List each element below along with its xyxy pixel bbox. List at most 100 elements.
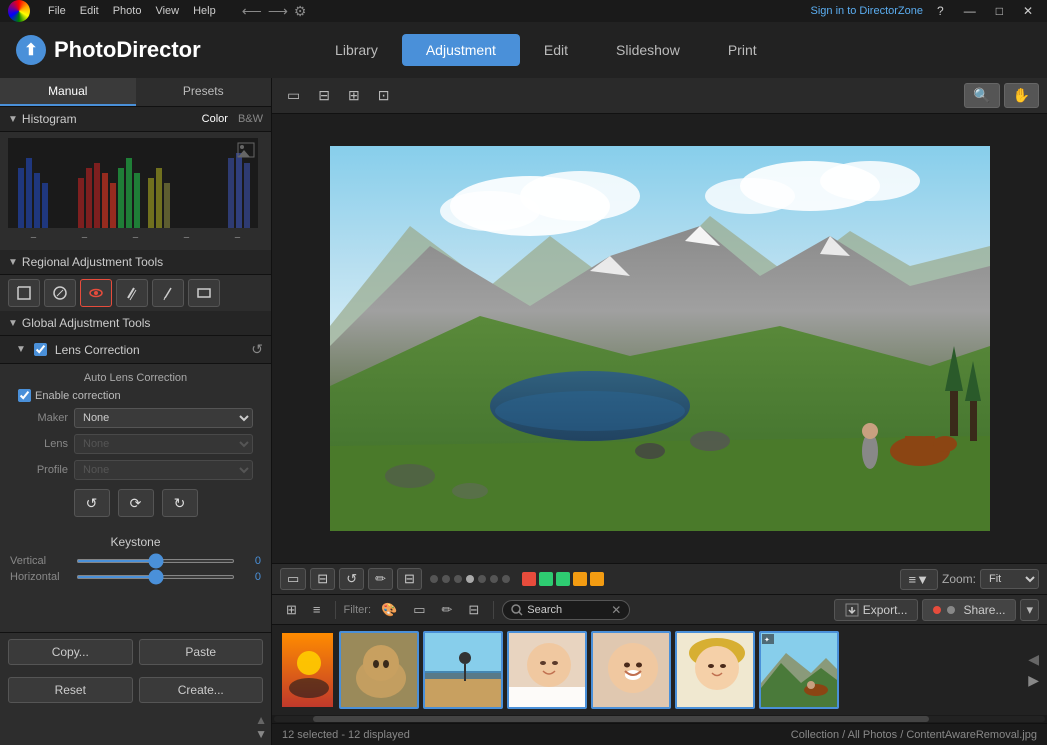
tab-slideshow[interactable]: Slideshow [592, 34, 704, 66]
zoom-fit-btn[interactable]: 🔍 [964, 83, 999, 108]
rect-tool-btn[interactable] [188, 279, 220, 307]
dot-1[interactable] [430, 575, 438, 583]
menu-file[interactable]: File [42, 3, 72, 19]
share-dropdown-btn[interactable]: ▾ [1020, 599, 1039, 621]
sign-in-link[interactable]: Sign in to DirectorZone [811, 5, 924, 17]
horizontal-slider[interactable] [76, 575, 235, 579]
export-btn[interactable]: Export... [834, 599, 919, 621]
gradient-tool-btn[interactable] [44, 279, 76, 307]
color-orange-2[interactable] [590, 572, 604, 586]
lens-reset-icon[interactable]: ↺ [251, 341, 263, 358]
redo-btn[interactable]: ⟶ [268, 3, 288, 20]
histogram-color-btn[interactable]: Color [202, 113, 228, 125]
eye-tool-btn[interactable] [80, 279, 112, 307]
tab-manual[interactable]: Manual [0, 78, 136, 106]
lens-correction-header[interactable]: ▼ Lens Correction ↺ [0, 336, 271, 364]
pan-btn[interactable]: ✋ [1004, 83, 1039, 108]
filter-flag-btn[interactable]: ▭ [407, 599, 431, 621]
vertical-slider[interactable] [76, 559, 235, 563]
close-btn[interactable]: ✕ [1017, 4, 1039, 18]
lens-select[interactable]: None [74, 434, 253, 454]
scroll-down-arrow[interactable]: ▼ [255, 727, 267, 741]
lens-correction-checkbox[interactable] [34, 343, 47, 356]
edit-mode-btn[interactable]: ✏ [368, 568, 393, 590]
menu-view[interactable]: View [149, 3, 185, 19]
color-red[interactable] [522, 572, 536, 586]
filmstrip-thumb-woman-blonde[interactable] [675, 631, 755, 709]
tab-print[interactable]: Print [704, 34, 781, 66]
view-mode-2-btn[interactable]: ⊟ [310, 568, 335, 590]
filmstrip-scroll-right[interactable]: ▶ [1028, 672, 1039, 689]
sort-btn[interactable]: ≡▼ [900, 569, 938, 590]
global-tools-header[interactable]: ▼ Global Adjustment Tools [0, 311, 271, 336]
filmstrip-thumb-mountain[interactable]: ✦ [759, 631, 839, 709]
menu-edit[interactable]: Edit [74, 3, 105, 19]
hist-minus-3[interactable]: − [132, 232, 138, 244]
filmstrip-thumb-sunset[interactable] [280, 631, 335, 709]
comparison-view-btn[interactable]: ⊟ [311, 83, 337, 108]
regional-tools-header[interactable]: ▼ Regional Adjustment Tools [0, 250, 271, 275]
dot-2[interactable] [442, 575, 450, 583]
rotate-btn[interactable]: ↺ [339, 568, 364, 590]
filmstrip-thumb-woman-laugh[interactable] [591, 631, 671, 709]
tab-adjustment[interactable]: Adjustment [402, 34, 520, 66]
reset-btn[interactable]: Reset [8, 677, 133, 703]
view-mode-1-btn[interactable]: ▭ [280, 568, 306, 590]
color-orange-1[interactable] [573, 572, 587, 586]
hist-minus-4[interactable]: − [183, 232, 189, 244]
undo-btn[interactable]: ⟵ [242, 3, 262, 20]
hist-minus-2[interactable]: − [81, 232, 87, 244]
lens-action-1[interactable]: ↺ [74, 489, 110, 517]
filmstrip-thumb-beach[interactable] [423, 631, 503, 709]
grid-view-btn[interactable]: ⊞ [341, 83, 367, 108]
lens-action-3[interactable]: ↻ [162, 489, 198, 517]
filmstrip-thumb-woman-smile[interactable] [507, 631, 587, 709]
tab-library[interactable]: Library [311, 34, 402, 66]
help-btn[interactable]: ? [931, 4, 950, 18]
paste-btn[interactable]: Paste [139, 639, 264, 665]
create-btn[interactable]: Create... [139, 677, 264, 703]
color-green-2[interactable] [556, 572, 570, 586]
histogram-header[interactable]: ▼ Histogram Color B&W [0, 107, 271, 132]
filmstrip-thumb-cat[interactable] [339, 631, 419, 709]
scroll-up-arrow[interactable]: ▲ [255, 713, 267, 727]
search-clear-btn[interactable]: ✕ [611, 603, 621, 617]
share-btn[interactable]: Share... [922, 599, 1016, 621]
search-input[interactable] [527, 604, 607, 616]
minimize-btn[interactable]: — [958, 4, 982, 18]
settings-btn[interactable]: ⚙ [294, 3, 307, 20]
fullscreen-btn[interactable]: ⊡ [371, 83, 397, 108]
color-green-1[interactable] [539, 572, 553, 586]
dot-6[interactable] [490, 575, 498, 583]
single-view-btn[interactable]: ▭ [280, 83, 307, 108]
pen-tool-btn[interactable] [152, 279, 184, 307]
filmstrip-scrollbar[interactable] [272, 715, 1047, 723]
filmstrip-list-btn[interactable]: ≡ [307, 599, 327, 620]
maker-select[interactable]: None [74, 408, 253, 428]
flag-btn[interactable]: ⊟ [397, 568, 422, 590]
menu-help[interactable]: Help [187, 3, 222, 19]
histogram-bw-btn[interactable]: B&W [238, 113, 263, 125]
hist-minus-1[interactable]: − [30, 232, 36, 244]
scrollbar-thumb[interactable] [313, 716, 930, 722]
zoom-select[interactable]: Fit 25% 50% 75% 100% 200% [980, 569, 1039, 589]
dot-3[interactable] [454, 575, 462, 583]
profile-select[interactable]: None [74, 460, 253, 480]
dot-5[interactable] [478, 575, 486, 583]
dot-4[interactable] [466, 575, 474, 583]
maximize-btn[interactable]: □ [990, 4, 1009, 18]
filmstrip-scroll-left[interactable]: ◀ [1028, 651, 1039, 668]
tab-edit[interactable]: Edit [520, 34, 592, 66]
hist-minus-5[interactable]: − [234, 232, 240, 244]
tab-presets[interactable]: Presets [136, 78, 272, 106]
filter-edit-btn[interactable]: ✏ [435, 599, 458, 621]
filmstrip-grid-btn[interactable]: ⊞ [280, 599, 303, 621]
menu-photo[interactable]: Photo [107, 3, 148, 19]
brush-tool-btn[interactable] [116, 279, 148, 307]
lens-action-2[interactable]: ⟳ [118, 489, 154, 517]
filter-rect-btn[interactable]: ⊟ [462, 599, 485, 621]
enable-correction-checkbox[interactable] [18, 389, 31, 402]
dot-7[interactable] [502, 575, 510, 583]
filter-color-btn[interactable]: 🎨 [375, 599, 403, 621]
select-tool-btn[interactable] [8, 279, 40, 307]
